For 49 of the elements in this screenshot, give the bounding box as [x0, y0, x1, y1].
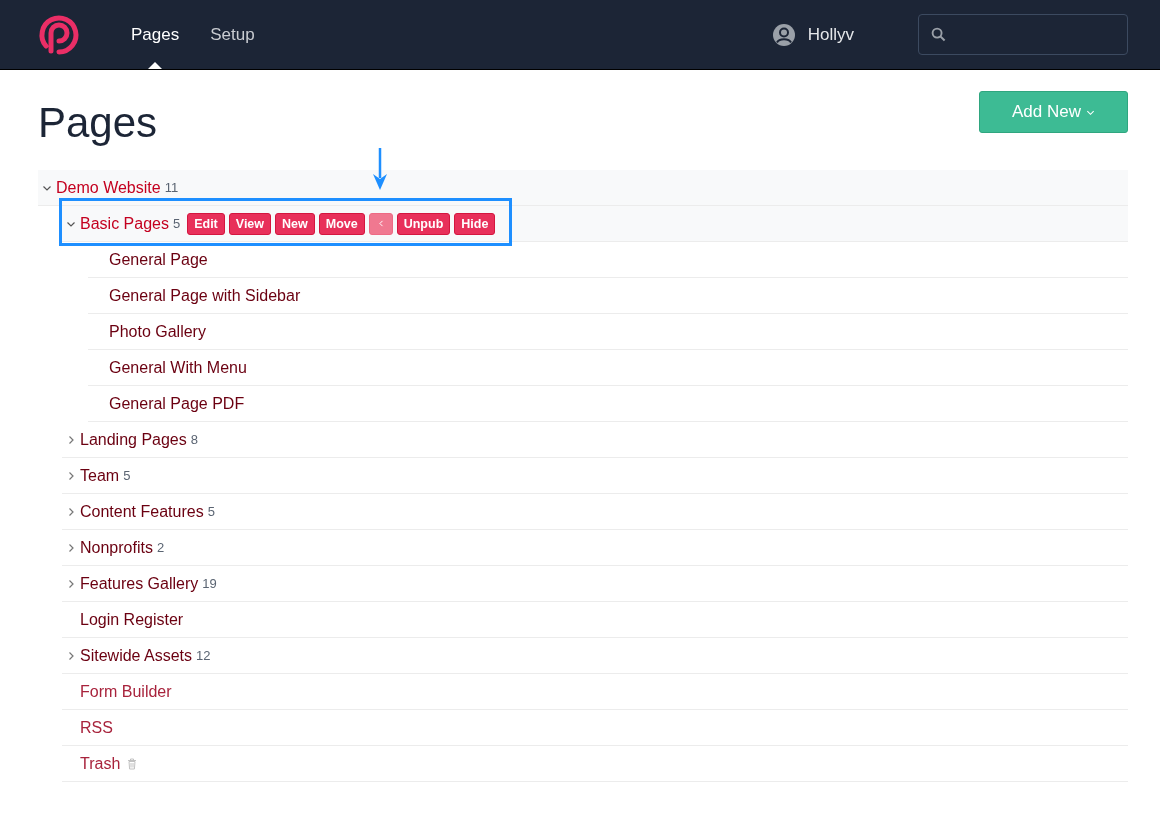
page-link[interactable]: General Page	[109, 250, 208, 269]
chevron-right-icon[interactable]	[66, 506, 76, 517]
child-count: 12	[196, 648, 211, 663]
child-count: 2	[156, 540, 165, 555]
nav-link[interactable]: Setup	[210, 0, 255, 69]
action-button[interactable]: New	[275, 212, 315, 235]
child-count: 5	[207, 504, 215, 519]
page-link[interactable]: Content Features	[80, 502, 204, 521]
user-name[interactable]: Hollyv	[807, 24, 854, 45]
chevron-right-icon[interactable]	[66, 434, 76, 445]
action-button[interactable]: Hide	[454, 212, 496, 235]
page-link[interactable]: General With Menu	[109, 358, 247, 377]
page-link[interactable]: Team	[80, 466, 120, 485]
action-button[interactable]: Unpub	[396, 212, 451, 235]
collapse-button[interactable]	[368, 212, 393, 235]
child-count: 5	[123, 468, 131, 483]
page-link[interactable]: Login Register	[80, 610, 184, 629]
page-link[interactable]: RSS	[80, 718, 113, 737]
chevron-right-icon[interactable]	[66, 650, 76, 661]
page-link[interactable]: Basic Pages	[80, 214, 169, 233]
page-link[interactable]: Landing Pages	[80, 430, 187, 449]
page-link[interactable]: General Page PDF	[109, 394, 245, 413]
action-button[interactable]: Edit	[187, 212, 225, 235]
nav-link[interactable]: Pages	[131, 0, 180, 69]
chevron-right-icon[interactable]	[66, 542, 76, 553]
chevron-right-icon[interactable]	[66, 470, 76, 481]
chevron-right-icon[interactable]	[66, 578, 76, 589]
page-link[interactable]: Features Gallery	[80, 574, 199, 593]
chevron-left-icon	[377, 219, 384, 228]
child-count: 5	[172, 216, 181, 231]
page-link[interactable]: General Page with Sidebar	[109, 286, 301, 305]
page-link[interactable]: Sitewide Assets	[80, 646, 193, 665]
page-link[interactable]: Form Builder	[80, 682, 172, 701]
page-link[interactable]: Nonprofits	[80, 538, 153, 557]
page-link[interactable]: Photo Gallery	[109, 322, 206, 341]
page-link[interactable]: Demo Website	[56, 178, 161, 197]
trash-icon	[127, 757, 138, 770]
logo-icon[interactable]	[37, 12, 81, 57]
user-avatar-icon[interactable]	[771, 22, 796, 47]
child-count: 11	[164, 180, 179, 195]
page-title: Pages	[38, 99, 158, 147]
search-icon	[931, 27, 946, 42]
action-button[interactable]: Move	[318, 212, 365, 235]
child-count: 19	[202, 576, 217, 591]
child-count: 8	[190, 432, 198, 447]
down-arrow-icon	[372, 148, 388, 190]
search-field[interactable]	[918, 14, 1128, 55]
page-link[interactable]: Trash	[80, 754, 121, 773]
action-button[interactable]: View	[228, 212, 272, 235]
